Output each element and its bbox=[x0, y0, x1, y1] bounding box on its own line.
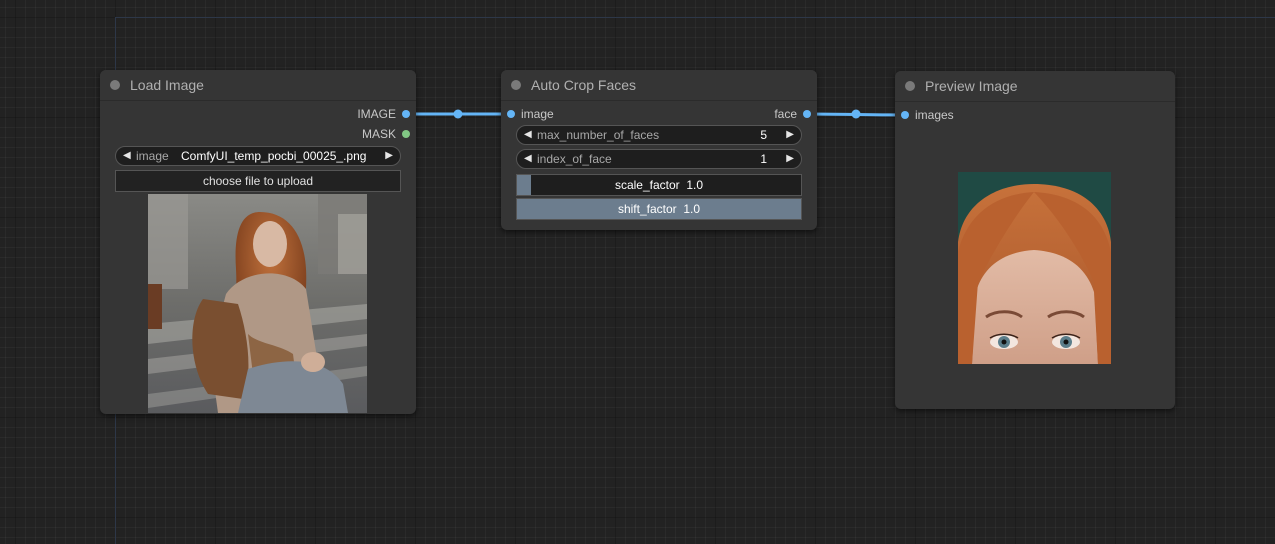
decrement-arrow-icon[interactable]: ◀ bbox=[524, 150, 532, 168]
slider-text: scale_factor 1.0 bbox=[614, 178, 704, 192]
index-of-face-widget[interactable]: ◀ index_of_face 1 ▶ bbox=[516, 149, 802, 169]
input-images-label: images bbox=[915, 108, 954, 122]
node-load-image[interactable]: Load Image IMAGE MASK ◀ image ComfyUI_te… bbox=[100, 70, 416, 414]
input-images[interactable]: images bbox=[901, 108, 954, 122]
widget-value: 5 bbox=[760, 128, 767, 142]
node-title-bar[interactable]: Auto Crop Faces bbox=[501, 70, 817, 101]
scale-factor-slider[interactable]: scale_factor 1.0 bbox=[516, 174, 802, 196]
shift-factor-slider[interactable]: shift_factor 1.0 bbox=[516, 198, 802, 220]
max-number-of-faces-widget[interactable]: ◀ max_number_of_faces 5 ▶ bbox=[516, 125, 802, 145]
collapse-dot-icon[interactable] bbox=[511, 80, 521, 90]
slider-text: shift_factor 1.0 bbox=[617, 202, 701, 216]
link-face-midpoint[interactable] bbox=[851, 109, 861, 119]
node-title: Preview Image bbox=[925, 78, 1018, 94]
widget-label: index_of_face bbox=[537, 152, 612, 166]
collapse-dot-icon[interactable] bbox=[905, 81, 915, 91]
face-crop-image bbox=[958, 172, 1111, 364]
image-combo-widget[interactable]: ◀ image ComfyUI_temp_pocbi_00025_.png ▶ bbox=[115, 146, 401, 166]
combo-value: ComfyUI_temp_pocbi_00025_.png bbox=[181, 149, 367, 163]
loaded-image-preview bbox=[148, 194, 367, 413]
output-image-label: IMAGE bbox=[357, 107, 396, 121]
link-face[interactable] bbox=[806, 112, 906, 117]
node-preview-image[interactable]: Preview Image images bbox=[895, 71, 1175, 409]
increment-arrow-icon[interactable]: ▶ bbox=[786, 126, 794, 144]
node-title-bar[interactable]: Load Image bbox=[100, 70, 416, 101]
node-auto-crop-faces[interactable]: Auto Crop Faces image face ◀ max_number_… bbox=[501, 70, 817, 230]
output-face-pin-icon[interactable] bbox=[803, 110, 811, 118]
collapse-dot-icon[interactable] bbox=[110, 80, 120, 90]
input-image-pin-icon[interactable] bbox=[507, 110, 515, 118]
widget-value: 1 bbox=[760, 152, 767, 166]
combo-right-arrow-icon[interactable]: ▶ bbox=[385, 147, 393, 165]
node-title: Auto Crop Faces bbox=[531, 77, 637, 93]
output-face[interactable]: face bbox=[774, 107, 811, 121]
input-image[interactable]: image bbox=[507, 107, 554, 121]
upload-button[interactable]: choose file to upload bbox=[115, 170, 401, 192]
node-title: Load Image bbox=[130, 77, 204, 93]
group-border-top bbox=[115, 17, 1275, 18]
link-image-midpoint[interactable] bbox=[453, 109, 463, 119]
cropped-face-preview bbox=[958, 172, 1111, 364]
increment-arrow-icon[interactable]: ▶ bbox=[786, 150, 794, 168]
output-face-label: face bbox=[774, 107, 797, 121]
widget-label: max_number_of_faces bbox=[537, 128, 660, 142]
combo-label: image bbox=[136, 149, 169, 163]
combo-left-arrow-icon[interactable]: ◀ bbox=[123, 147, 131, 165]
output-image[interactable]: IMAGE bbox=[357, 107, 410, 121]
decrement-arrow-icon[interactable]: ◀ bbox=[524, 126, 532, 144]
input-images-pin-icon[interactable] bbox=[901, 111, 909, 119]
slider-fill bbox=[517, 175, 532, 195]
output-image-pin-icon[interactable] bbox=[402, 110, 410, 118]
output-mask-pin-icon[interactable] bbox=[402, 130, 410, 138]
input-image-label: image bbox=[521, 107, 554, 121]
woman-photo-image bbox=[148, 194, 367, 413]
output-mask[interactable]: MASK bbox=[361, 127, 410, 141]
output-mask-label: MASK bbox=[361, 127, 396, 141]
node-title-bar[interactable]: Preview Image bbox=[895, 71, 1175, 102]
